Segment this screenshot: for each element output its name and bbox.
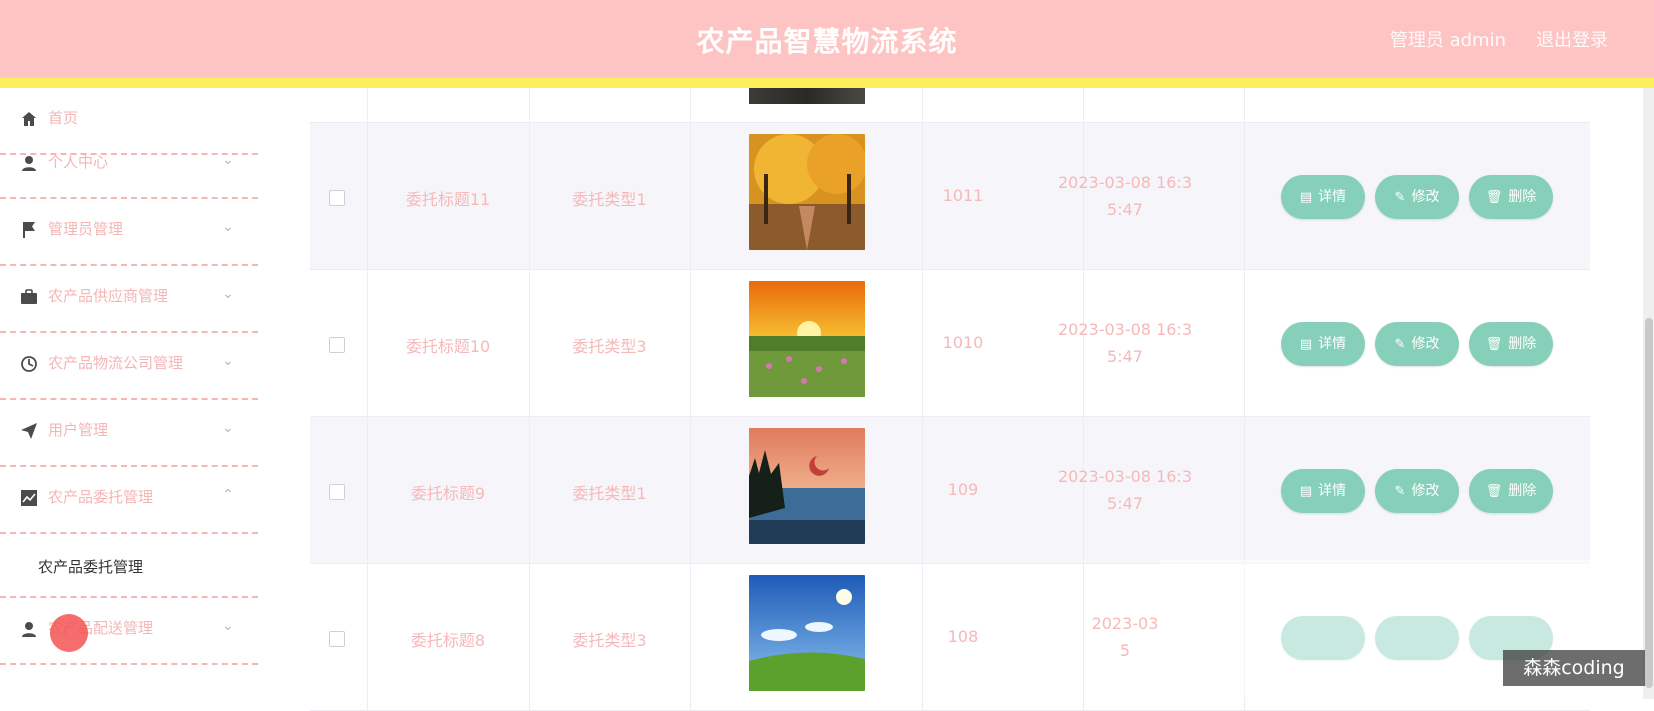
row-date: 2023-03-08 16:3 5:47	[1058, 320, 1192, 366]
row-date: 2023-03-08 16:3 5:47	[1058, 467, 1192, 513]
sidebar-item-suppliers[interactable]: 农产品供应商管理 ⌄	[0, 266, 258, 333]
sidebar-item-delivery[interactable]: 农产品配送管理 ⌄	[0, 598, 258, 665]
delete-button[interactable]: 🗑 删除	[1469, 175, 1553, 219]
sidebar-item-label: 首页	[48, 109, 79, 127]
pencil-icon: ✎	[1394, 337, 1406, 352]
chevron-down-icon: ⌄	[222, 219, 234, 235]
sidebar-item-logistics[interactable]: 农产品物流公司管理 ⌄	[0, 333, 258, 400]
chart-icon	[21, 490, 37, 506]
header-accent-bar	[0, 78, 1654, 88]
delete-button[interactable]: 🗑 删除	[1469, 469, 1553, 513]
table-row: 委托标题10 委托类型3 1010 2023-03-08 16:3 5:47 ▤ 详…	[310, 270, 1590, 417]
send-icon	[21, 423, 37, 439]
document-icon: ▤	[1299, 484, 1313, 499]
sidebar-item-label: 用户管理	[48, 421, 109, 439]
row-checkbox[interactable]	[329, 631, 345, 647]
sidebar-item-label: 农产品委托管理	[48, 488, 154, 506]
watermark: 森森coding	[1503, 650, 1645, 686]
sidebar: 首页 个人中心 ⌄ 管理员管理 ⌄ 农产品供应商管理 ⌄ 农产品物流公司管理 ⌄…	[0, 88, 258, 699]
table-row: 委托标题11 委托类型1 1011 2023-03-08 16:3 5:47 ▤ 详…	[310, 123, 1590, 270]
row-title: 委托标题9	[410, 484, 486, 503]
sidebar-item-label: 管理员管理	[48, 220, 124, 238]
chevron-down-icon: ⌄	[222, 618, 234, 634]
row-number: 1010	[942, 333, 984, 352]
chevron-down-icon: ⌄	[222, 420, 234, 436]
logout-link[interactable]: 退出登录	[1536, 26, 1608, 52]
detail-button[interactable]: ▤ 详情	[1281, 322, 1365, 366]
row-title: 委托标题11	[405, 190, 491, 209]
trash-icon: 🗑	[1485, 190, 1503, 205]
sidebar-item-label: 农产品供应商管理	[48, 287, 169, 305]
edit-button[interactable]: ✎ 修改	[1375, 322, 1459, 366]
briefcase-icon	[21, 289, 37, 304]
row-title: 委托标题8	[410, 631, 486, 650]
sidebar-item-commission[interactable]: 农产品委托管理 ⌃	[0, 467, 258, 534]
user-icon	[22, 156, 36, 171]
row-image	[749, 134, 865, 250]
detail-button[interactable]: ▤ 详情	[1281, 469, 1365, 513]
row-type: 委托类型1	[572, 190, 647, 209]
pencil-icon: ✎	[1394, 484, 1406, 499]
partial-table-row	[310, 88, 1590, 123]
top-header: 农产品智慧物流系统 管理员 admin 退出登录	[0, 0, 1654, 78]
chevron-up-icon: ⌃	[222, 487, 234, 503]
row-checkbox[interactable]	[329, 484, 345, 500]
user-icon	[22, 622, 36, 637]
row-title: 委托标题10	[405, 337, 491, 356]
edit-button[interactable]: ✎ 修改	[1375, 469, 1459, 513]
home-icon	[22, 112, 36, 126]
row-type: 委托类型1	[572, 484, 647, 503]
row-image	[749, 428, 865, 544]
trash-icon: 🗑	[1485, 484, 1503, 499]
edit-button[interactable]: ✎ 修改	[1375, 175, 1459, 219]
flag-icon	[23, 222, 35, 238]
cursor-highlight	[50, 614, 88, 652]
row-number: 1011	[942, 186, 984, 205]
row-date: 2023-03-08 16:3 5:47	[1058, 173, 1192, 219]
sidebar-item-users[interactable]: 用户管理 ⌄	[0, 400, 258, 467]
row-type: 委托类型3	[572, 337, 647, 356]
sidebar-item-profile[interactable]: 个人中心 ⌄	[0, 132, 258, 199]
table-row: 委托标题9 委托类型1 109 2023-03-08 16:3 5:47 ▤ 详情 …	[310, 417, 1590, 564]
detail-button[interactable]: ▤ 详情	[1281, 175, 1365, 219]
pencil-icon: ✎	[1394, 190, 1406, 205]
sidebar-item-label: 农产品物流公司管理	[48, 354, 184, 372]
row-image	[749, 575, 865, 691]
chevron-down-icon: ⌄	[222, 353, 234, 369]
document-icon: ▤	[1299, 337, 1313, 352]
clock-icon	[21, 356, 37, 372]
row-number: 109	[947, 480, 979, 499]
sidebar-item-admins[interactable]: 管理员管理 ⌄	[0, 199, 258, 266]
scrollbar-thumb[interactable]	[1645, 318, 1653, 688]
row-number: 108	[947, 627, 979, 646]
chevron-down-icon: ⌄	[222, 286, 234, 302]
row-checkbox[interactable]	[329, 190, 345, 206]
sidebar-item-label: 个人中心	[48, 153, 109, 171]
delete-button[interactable]: 🗑 删除	[1469, 322, 1553, 366]
document-icon: ▤	[1299, 190, 1313, 205]
row-type: 委托类型3	[572, 631, 647, 650]
chevron-down-icon: ⌄	[222, 152, 234, 168]
row-image	[749, 281, 865, 397]
row-checkbox[interactable]	[329, 337, 345, 353]
trash-icon: 🗑	[1485, 337, 1503, 352]
admin-label: 管理员 admin	[1389, 30, 1506, 51]
submenu-item-label: 农产品委托管理	[38, 558, 144, 576]
submenu-item-commission[interactable]: 农产品委托管理	[0, 534, 258, 598]
